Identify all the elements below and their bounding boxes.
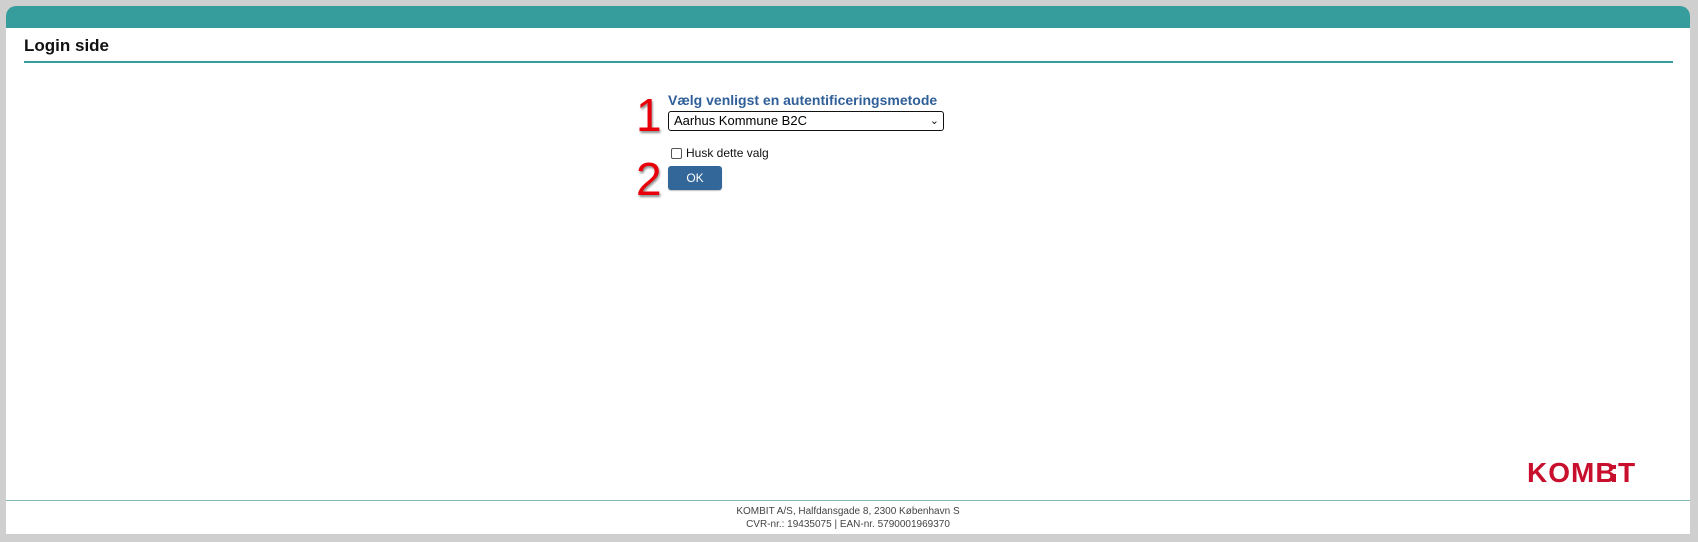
top-bar	[6, 6, 1690, 28]
page-frame: Login side 1 2 Vælg venligst en autentif…	[6, 6, 1690, 534]
ok-button[interactable]: OK	[668, 166, 722, 190]
svg-text:T: T	[1618, 458, 1636, 486]
step-marker-2: 2	[636, 153, 662, 205]
footer-ids: CVR-nr.: 19435075 | EAN-nr. 579000196937…	[746, 519, 950, 530]
authentication-method-select[interactable]: Aarhus Kommune B2C ⌄	[668, 111, 944, 131]
chevron-down-icon: ⌄	[929, 115, 939, 127]
footer-divider	[6, 500, 1690, 501]
step-marker-1: 1	[636, 89, 662, 141]
method-label: Vælg venligst en autentificeringsmetode	[668, 92, 938, 108]
svg-text:KOMB: KOMB	[1527, 458, 1617, 486]
remember-choice-row[interactable]: Husk dette valg	[671, 146, 769, 160]
footer-address: KOMBIT A/S, Halfdansgade 8, 2300 Københa…	[736, 506, 960, 517]
title-divider	[24, 61, 1673, 63]
remember-label[interactable]: Husk dette valg	[686, 146, 769, 160]
kombit-logo: KOMB T	[1527, 457, 1653, 493]
selected-method: Aarhus Kommune B2C	[674, 113, 807, 128]
page-title: Login side	[24, 36, 109, 55]
kombit-logo-mark: KOMB T	[1527, 457, 1636, 488]
remember-checkbox[interactable]	[671, 147, 682, 159]
